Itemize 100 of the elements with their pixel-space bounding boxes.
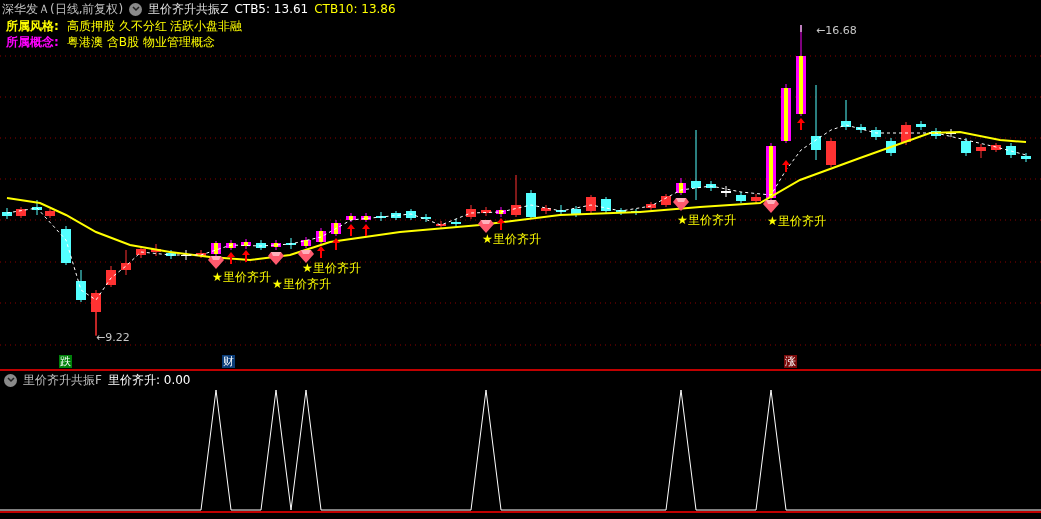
up-arrow-icon — [227, 252, 235, 265]
candle — [466, 204, 476, 220]
candle — [361, 212, 371, 223]
signal-label: ★里价齐升 — [482, 232, 541, 246]
candle — [976, 143, 986, 159]
candle — [32, 199, 42, 216]
candle — [931, 127, 941, 140]
candle — [316, 227, 326, 245]
candle — [1006, 142, 1016, 159]
candle — [901, 121, 911, 146]
candle — [676, 177, 686, 196]
info-value: 高质押股 久不分红 活跃小盘非融 — [66, 18, 243, 34]
candle — [781, 83, 791, 144]
info-label: 所属概念: — [6, 34, 59, 50]
candle — [331, 219, 341, 237]
indicator-value: 里价齐升: 0.00 — [107, 372, 191, 389]
candle — [556, 204, 566, 216]
gem-icon — [673, 198, 689, 211]
candle — [571, 205, 581, 218]
signal-label: ★里价齐升 — [677, 213, 736, 227]
candle — [916, 120, 926, 131]
candle — [601, 196, 611, 214]
signal-label: ★里价齐升 — [302, 261, 361, 275]
candle — [271, 239, 281, 251]
info-value: 粤港澳 含B股 物业管理概念 — [66, 34, 215, 50]
gem-icon — [208, 256, 224, 269]
up-arrow-icon — [347, 224, 355, 237]
up-arrow-icon — [242, 250, 250, 263]
candle — [241, 238, 251, 250]
candle — [946, 128, 956, 138]
candle — [16, 206, 26, 219]
candle — [661, 193, 671, 208]
candle — [751, 193, 761, 205]
candle — [301, 236, 311, 249]
candle — [61, 225, 71, 266]
candle — [2, 207, 12, 220]
dropdown-icon[interactable] — [129, 2, 143, 16]
candle — [871, 126, 881, 141]
candle — [766, 142, 776, 201]
candle — [541, 204, 551, 215]
up-arrow-icon — [782, 160, 790, 173]
candle — [736, 191, 746, 204]
candle — [136, 245, 146, 259]
candle — [886, 137, 896, 157]
signal-label: ★里价齐升 — [212, 270, 271, 284]
candle — [586, 194, 596, 214]
candle — [121, 249, 131, 276]
gem-icon — [478, 220, 494, 233]
candle — [76, 269, 86, 303]
candle — [841, 99, 851, 131]
candle — [211, 240, 221, 257]
up-arrow-icon — [797, 118, 805, 131]
candle — [1021, 152, 1031, 163]
candle — [45, 208, 55, 219]
up-arrow-icon — [362, 224, 370, 237]
gem-icon — [763, 200, 779, 213]
candle — [856, 123, 866, 134]
price-mark: ←16.68 — [816, 24, 857, 37]
candle — [706, 180, 716, 192]
up-arrow-icon — [317, 246, 325, 259]
indicator-name: 里价齐升共振F — [23, 372, 102, 389]
candle — [481, 206, 491, 217]
candle — [391, 210, 401, 221]
up-arrow-icon — [497, 218, 505, 231]
stock-title: 深华发Ａ(日线,前复权) — [2, 1, 124, 18]
candle — [376, 211, 386, 222]
event-badge: 跌 — [59, 355, 72, 368]
candle — [181, 249, 191, 261]
indicator-value: CTB5: 13.61 — [234, 1, 309, 18]
candle — [451, 218, 461, 228]
signal-label: ★里价齐升 — [767, 214, 826, 228]
candle — [421, 213, 431, 223]
candle — [991, 142, 1001, 153]
candle — [346, 212, 356, 223]
up-arrow-icon — [332, 238, 340, 251]
candle — [406, 208, 416, 221]
candle — [166, 249, 176, 260]
candle — [826, 137, 836, 168]
candle — [436, 220, 446, 229]
candle — [646, 201, 656, 211]
signal-label: ★里价齐升 — [272, 277, 331, 291]
candle — [256, 239, 266, 251]
dropdown-icon[interactable] — [4, 373, 17, 387]
leader-line — [800, 24, 802, 33]
gem-icon — [268, 252, 284, 265]
candle — [691, 129, 701, 201]
candle — [151, 243, 161, 257]
candle — [616, 207, 626, 216]
indicator-value: CTB10: 13.86 — [314, 1, 396, 18]
candle — [286, 237, 296, 250]
info-label: 所属风格: — [6, 18, 59, 34]
candle — [106, 265, 116, 288]
candle — [496, 206, 506, 218]
indicator-name: 里价齐升共振Z — [148, 1, 229, 18]
candle — [196, 249, 206, 259]
event-badge: 涨 — [784, 355, 797, 368]
leader-line — [95, 311, 97, 337]
price-mark: ←9.22 — [96, 331, 130, 344]
candle — [526, 189, 536, 220]
candle — [721, 185, 731, 198]
